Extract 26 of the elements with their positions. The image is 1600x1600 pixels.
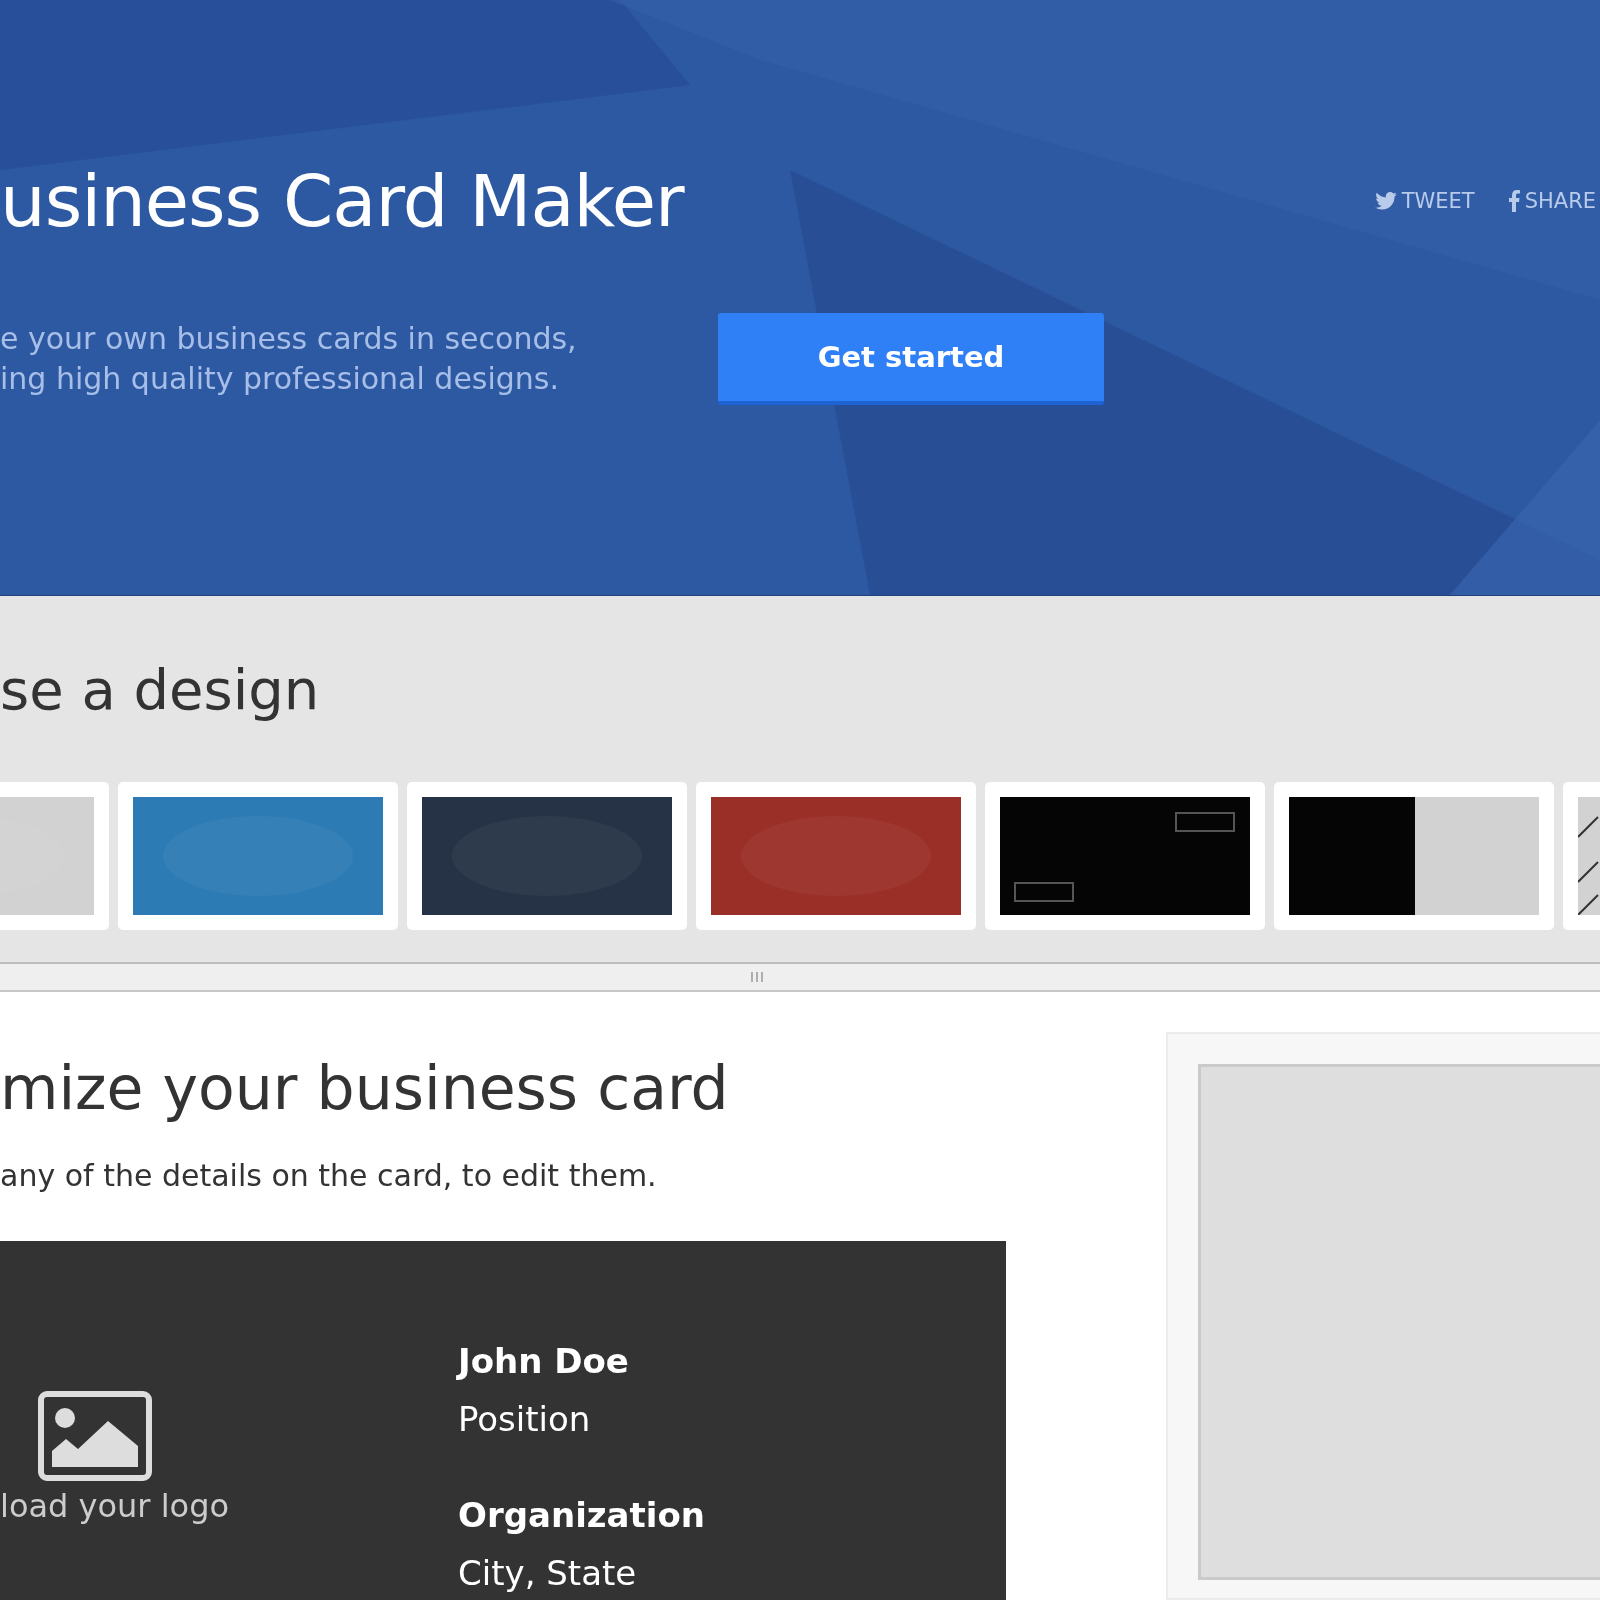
design-card[interactable]: [985, 782, 1265, 930]
design-thumbnail[interactable]: [711, 797, 961, 915]
design-thumbnail[interactable]: [133, 797, 383, 915]
design-card[interactable]: [407, 782, 687, 930]
instruction-text: any of the details on the card, to edit them.: [0, 1158, 658, 1193]
card-name[interactable]: John Doe: [458, 1341, 705, 1381]
card-organization[interactable]: Organization: [458, 1495, 705, 1535]
upload-logo-label[interactable]: load your logo: [0, 1487, 230, 1525]
share-link[interactable]: SHARE: [1508, 189, 1596, 214]
design-thumbnail[interactable]: [422, 797, 672, 915]
grip-icon: [750, 972, 764, 982]
image-icon[interactable]: [38, 1391, 152, 1481]
design-thumbnail[interactable]: [1000, 797, 1250, 915]
design-card[interactable]: [696, 782, 976, 930]
card-location[interactable]: City, State: [458, 1553, 705, 1593]
get-started-button[interactable]: Get started: [718, 312, 1104, 405]
app-title: usiness Card Maker: [0, 160, 684, 243]
tweet-link[interactable]: TWEET: [1374, 189, 1475, 214]
design-card[interactable]: [1274, 782, 1554, 930]
share-label: TWEET: [1401, 189, 1475, 214]
f-icon: [1508, 190, 1520, 213]
card-position[interactable]: Position: [458, 1399, 705, 1439]
design-thumbnail[interactable]: [1289, 797, 1539, 915]
share-label: SHARE: [1524, 189, 1596, 214]
hero-subtitle: e your own business cards in seconds, ing high quality professional designs.: [0, 319, 578, 398]
bird-icon: [1374, 192, 1397, 211]
